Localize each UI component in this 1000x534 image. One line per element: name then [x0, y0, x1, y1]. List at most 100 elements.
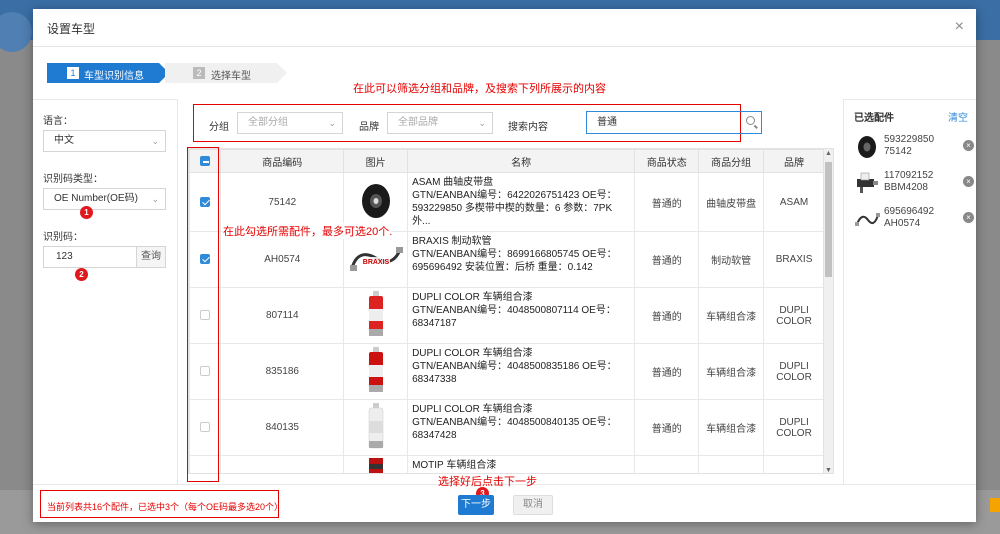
spray-can-image [368, 403, 383, 449]
table-header-row: 商品编码 图片 名称 商品状态 商品分组 品牌 [189, 149, 825, 173]
product-group: 车辆组合漆 [698, 287, 765, 344]
product-group [698, 455, 765, 473]
product-image [343, 287, 409, 344]
selected-parts-panel: 已选配件 清空 593229850 75142 × 117092152 BBM4… [843, 99, 976, 484]
product-image [343, 399, 409, 456]
product-detail: GTN/EANBAN编号：4048500835186 OE号：68347338 [412, 361, 617, 385]
selected-item-code: 75142 [884, 146, 912, 157]
product-name-cell: BRAXIS 制动软管 GTN/EANBAN编号：8699166805745 O… [407, 231, 636, 288]
scroll-up-arrow-icon[interactable]: ▲ [825, 150, 832, 157]
product-status: 普通的 [634, 287, 700, 344]
next-annotation: 选择好后点击下一步 [438, 476, 537, 488]
product-group: 曲轴皮带盘 [698, 172, 765, 232]
code-input[interactable]: 123 [43, 246, 137, 268]
next-step-button[interactable]: 下一步 [458, 495, 494, 515]
chevron-down-icon: ⌄ [151, 136, 159, 146]
svg-text:BRAXIS: BRAXIS [362, 259, 389, 266]
spray-can-image [368, 291, 383, 336]
search-input[interactable]: 普通 [586, 111, 762, 134]
close-icon[interactable]: × [955, 18, 964, 36]
scroll-thumb[interactable] [825, 162, 832, 277]
group-select[interactable]: 全部分组 ⌄ [237, 112, 343, 134]
product-detail: GTN/EANBAN编号：4048500807114 OE号：68347187 [412, 305, 616, 329]
product-status: 普通的 [634, 231, 700, 288]
scroll-down-arrow-icon[interactable]: ▼ [825, 467, 832, 473]
table-row[interactable]: AH0574 BRAXIS BRAXIS 制动软管 GTN/EANBAN编号：8… [189, 231, 825, 288]
selected-item-oe: 695696492 [884, 206, 935, 217]
product-group: 车辆组合漆 [698, 399, 765, 456]
code-type-select[interactable]: OE Number(OE码) ⌄ [43, 188, 166, 210]
query-button[interactable]: 查询 [136, 246, 166, 268]
background-corner-widget [990, 498, 1000, 512]
code-type-value: OE Number(OE码) [54, 193, 138, 204]
product-code: 835186 [220, 343, 345, 400]
product-status: 普通的 [634, 343, 700, 400]
table-row[interactable]: 840135 DUPLI COLOR 车辆组合漆 GTN/EANBAN编号：40… [189, 399, 825, 456]
table-row[interactable]: MOTIP 车辆组合漆 [189, 455, 825, 473]
selected-item-oe: 593229850 [884, 134, 935, 145]
pulley-image [361, 183, 390, 218]
step-label: 选择车型 [211, 71, 251, 82]
selected-parts-title: 已选配件 [854, 113, 894, 124]
step-vehicle-id-info[interactable]: 1 车型识别信息 [47, 63, 169, 83]
product-name: DUPLI COLOR 车辆组合漆 [412, 404, 533, 415]
footer-count-note: 当前列表共16个配件，已选中3个（每个OE码最多选20个） [47, 502, 284, 512]
group-value: 全部分组 [248, 117, 288, 128]
selected-item: 695696492 AH0574 × [854, 204, 974, 234]
pulley-thumbnail [858, 136, 876, 158]
left-filter-panel: 语言： 中文 ⌄ 识别码类型： OE Number(OE码) ⌄ 1 识别码： … [33, 99, 178, 484]
product-name: ASAM 曲轴皮带盘 [412, 177, 494, 188]
product-group: 车辆组合漆 [698, 343, 765, 400]
search-icon[interactable] [746, 116, 755, 125]
product-detail: GTN/EANBAN编号：4048500840135 OE号：68347428 [412, 417, 617, 441]
selected-item: 117092152 BBM4208 × [854, 168, 974, 198]
code-type-label: 识别码类型： [43, 174, 103, 185]
product-image [343, 455, 409, 473]
footer-note-box: 当前列表共16个配件，已选中3个（每个OE码最多选20个） [40, 490, 283, 518]
product-name: MOTIP 车辆组合漆 [412, 460, 497, 471]
parts-table: 商品编码 图片 名称 商品状态 商品分组 品牌 75142 ASAM 曲轴皮带盘… [188, 148, 834, 474]
brand-select[interactable]: 全部品牌 ⌄ [387, 112, 493, 134]
selected-item: 593229850 75142 × [854, 132, 974, 162]
column-header: 商品分组 [698, 149, 765, 173]
step-label: 车型识别信息 [84, 71, 144, 82]
table-row[interactable]: 807114 DUPLI COLOR 车辆组合漆 GTN/EANBAN编号：40… [189, 287, 825, 344]
product-brand: BRAXIS [763, 231, 825, 288]
brand-label: 品牌 [359, 122, 379, 133]
product-code [220, 455, 345, 473]
step-select-vehicle[interactable]: 2 选择车型 [165, 63, 287, 83]
remove-icon[interactable]: × [963, 176, 974, 187]
clear-link[interactable]: 清空 [948, 109, 968, 124]
product-name: BRAXIS 制动软管 [412, 236, 492, 247]
language-select[interactable]: 中文 ⌄ [43, 130, 166, 152]
spray-can-image [368, 347, 383, 392]
chevron-down-icon: ⌄ [328, 118, 336, 128]
product-brand: DUPLI COLOR [763, 343, 825, 400]
table-scrollbar[interactable]: ▲ ▼ [823, 149, 833, 473]
column-header: 品牌 [763, 149, 825, 173]
cancel-button[interactable]: 取消 [513, 495, 553, 515]
language-value: 中文 [54, 135, 74, 146]
product-brand [763, 455, 825, 473]
spray-can-image [368, 458, 383, 473]
product-name-cell: DUPLI COLOR 车辆组合漆 GTN/EANBAN编号：404850083… [407, 343, 636, 400]
product-code: 840135 [220, 399, 345, 456]
selected-item-text: 593229850 75142 [884, 134, 934, 158]
group-label: 分组 [209, 122, 229, 133]
remove-icon[interactable]: × [963, 212, 974, 223]
product-brand: DUPLI COLOR [763, 399, 825, 456]
product-name-cell: ASAM 曲轴皮带盘 GTN/EANBAN编号：6422026751423 OE… [407, 172, 636, 232]
remove-icon[interactable]: × [963, 140, 974, 151]
selected-item-code: BBM4208 [884, 182, 928, 193]
product-status: 普通的 [634, 172, 700, 232]
table-row[interactable]: 835186 DUPLI COLOR 车辆组合漆 GTN/EANBAN编号：40… [189, 343, 825, 400]
selected-item-oe: 117092152 [884, 170, 934, 181]
product-brand: DUPLI COLOR [763, 287, 825, 344]
annotation-badge-1: 1 [80, 206, 93, 219]
code-label: 识别码： [43, 232, 83, 243]
language-label: 语言： [43, 116, 73, 127]
step-number: 1 [67, 67, 79, 79]
set-vehicle-modal: 设置车型 × 1 车型识别信息 2 选择车型 在此可以筛选分组和品牌，及搜索下列… [33, 9, 976, 522]
product-name: DUPLI COLOR 车辆组合漆 [412, 292, 533, 303]
product-detail: GTN/EANBAN编号：6422026751423 OE号：593229850… [412, 190, 617, 227]
